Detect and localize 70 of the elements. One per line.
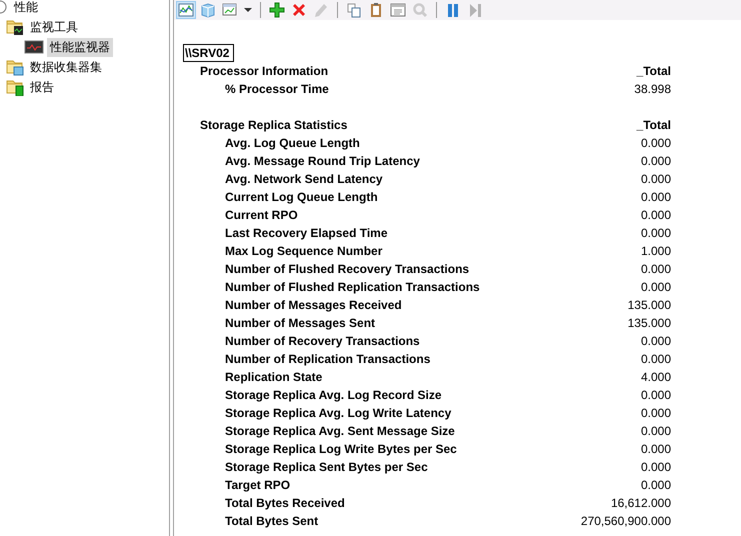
counter-value: 0.000	[640, 442, 671, 456]
counter-name: Number of Flushed Replication Transactions	[224, 280, 481, 294]
cross-icon	[291, 2, 307, 18]
counter-name: Current RPO	[224, 208, 299, 222]
counter-value: 38.998	[634, 82, 671, 96]
skip-icon	[467, 2, 483, 18]
counter-name: Avg. Log Queue Length	[224, 136, 361, 150]
plus-icon	[269, 2, 285, 18]
counter-name: Number of Messages Sent	[224, 316, 376, 330]
object-name: Storage Replica Statistics	[199, 118, 348, 132]
counter-name: Number of Recovery Transactions	[224, 334, 421, 348]
counter-value: 0.000	[640, 388, 671, 402]
counter-value: 0.000	[640, 406, 671, 420]
counter-name: Avg. Network Send Latency	[224, 172, 384, 186]
instance-name: _Total	[636, 118, 671, 132]
counter-value: 135.000	[628, 298, 671, 312]
tree-item[interactable]: 报告	[27, 78, 57, 96]
counter-value: 0.000	[640, 460, 671, 474]
counter-name: Storage Replica Log Write Bytes per Sec	[224, 442, 458, 456]
folder-icon	[6, 58, 24, 76]
counter-name: Number of Replication Transactions	[224, 352, 432, 366]
counter-name: Total Bytes Sent	[224, 514, 320, 528]
counter-name: Max Log Sequence Number	[224, 244, 384, 258]
tree-item[interactable]: 监视工具	[27, 18, 81, 36]
counter-value: 4.000	[640, 370, 671, 384]
counter-name: Storage Replica Sent Bytes per Sec	[224, 460, 429, 474]
caret-icon	[244, 8, 252, 12]
counter-name: Last Recovery Elapsed Time	[224, 226, 389, 240]
counter-name: Target RPO	[224, 478, 292, 492]
counter-value: 0.000	[640, 154, 671, 168]
counter-value: 0.000	[640, 478, 671, 492]
counter-name: Avg. Message Round Trip Latency	[224, 154, 421, 168]
counter-name: Storage Replica Avg. Sent Message Size	[224, 424, 456, 438]
folder-icon	[6, 18, 24, 36]
graph-icon	[178, 2, 194, 18]
counter-value: 0.000	[640, 208, 671, 222]
counter-value: 0.000	[640, 190, 671, 204]
counter-value: 0.000	[640, 424, 671, 438]
counter-value: 0.000	[640, 262, 671, 276]
counter-name: Current Log Queue Length	[224, 190, 379, 204]
counter-name: Number of Flushed Recovery Transactions	[224, 262, 470, 276]
tree-item[interactable]: 数据收集器集	[27, 58, 105, 76]
pencil-icon	[313, 2, 329, 18]
counter-value: 0.000	[640, 226, 671, 240]
counter-name: Storage Replica Avg. Log Write Latency	[224, 406, 452, 420]
counter-value: 1.000	[640, 244, 671, 258]
counter-name: Number of Messages Received	[224, 298, 403, 312]
counter-name: Total Bytes Received	[224, 496, 346, 510]
counter-value: 16,612.000	[610, 496, 671, 510]
tree-item[interactable]: 性能	[11, 0, 41, 16]
machine-name: \\SRV02	[183, 44, 234, 62]
toolbar-button[interactable]	[267, 1, 287, 19]
counter-value: 0.000	[640, 352, 671, 366]
counter-value: 0.000	[640, 136, 671, 150]
counter-value: 135.000	[628, 316, 671, 330]
instance-name: _Total	[636, 64, 671, 78]
counter-value: 0.000	[640, 334, 671, 348]
pause-icon	[445, 2, 461, 18]
counter-name: Storage Replica Avg. Log Record Size	[224, 388, 442, 402]
tree-item[interactable]: 性能监视器	[47, 38, 113, 56]
object-name: Processor Information	[199, 64, 330, 78]
folder-icon	[6, 78, 24, 96]
counter-value: 0.000	[640, 280, 671, 294]
search-icon	[412, 2, 428, 18]
counter-name: % Processor Time	[224, 82, 330, 96]
counter-value: 270,560,900.000	[580, 514, 671, 528]
counter-value: 0.000	[640, 172, 671, 186]
monitor-icon	[24, 40, 44, 54]
toolbar-button[interactable]	[176, 1, 196, 19]
counter-name: Replication State	[224, 370, 324, 384]
